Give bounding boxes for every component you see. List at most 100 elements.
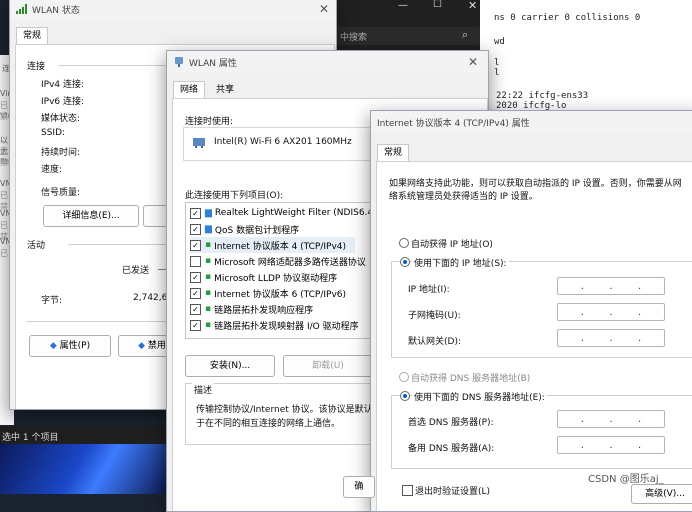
uninstall-button[interactable]: 卸载(U) [283, 355, 373, 377]
close-icon[interactable]: ✕ [464, 54, 482, 70]
shield-icon: ◆ [49, 341, 57, 351]
title-bar[interactable]: WLAN 状态 ✕ [10, 0, 336, 20]
desktop-wallpaper [0, 444, 170, 494]
protocol-icon: ▪ [205, 240, 212, 250]
search-box[interactable]: 中搜索 ⌕ [330, 27, 480, 45]
network-adapter-icon [174, 56, 184, 71]
tab-general[interactable]: 常规 [16, 27, 49, 44]
properties-button[interactable]: ◆ 属性(P) [29, 335, 111, 357]
terminal-line: 22:22 ifcfg-ens33 [496, 91, 589, 101]
explorer-statusbar: 选中 1 个项目 [0, 426, 170, 444]
preferred-dns-field[interactable]: ... [557, 410, 665, 428]
adapter-name: Intel(R) Wi-Fi 6 AX201 160MHz [214, 137, 352, 147]
general-panel: 如果网络支持此功能，则可以获取自动指派的 IP 设置。否则，你需要从网 络系统管… [376, 161, 692, 511]
tab-networking[interactable]: 网络 [173, 81, 206, 98]
auto-ip-label: 自动获得 IP 地址(O) [411, 240, 493, 250]
auto-dns-radio[interactable] [399, 372, 409, 382]
tab-general[interactable]: 常规 [377, 144, 410, 161]
item-checkbox[interactable]: ✓ [190, 271, 201, 283]
item-checkbox[interactable]: ✓ [190, 287, 201, 299]
ok-button[interactable]: 确 [343, 476, 375, 498]
item-label: QoS 数据包计划程序 [214, 225, 300, 236]
preferred-dns-label: 首选 DNS 服务器(P): [408, 418, 494, 428]
description-heading: 描述 [192, 383, 215, 396]
shield-icon: ◆ [138, 341, 146, 351]
search-icon: ⌕ [462, 28, 469, 41]
close-icon[interactable]: ✕ [468, 0, 477, 12]
list-item[interactable]: ✓ ▆ QoS 数据包计划程序 [190, 221, 299, 237]
validate-checkbox[interactable] [402, 485, 413, 496]
auto-ip-radio[interactable] [399, 238, 409, 248]
protocol-icon: ▪ [205, 304, 212, 314]
edge-fragment: 已 [0, 249, 8, 258]
item-label: 链路层拓扑发现响应程序 [214, 305, 314, 316]
ip-address-field[interactable]: ... [557, 277, 665, 295]
default-gateway-label: 默认网关(D): [408, 337, 461, 347]
item-label: Internet 协议版本 4 (TCP/IPv4) [214, 241, 347, 252]
item-checkbox[interactable]: ✓ [190, 207, 201, 219]
manual-ip-label: 使用下面的 IP 地址(S): [412, 256, 509, 269]
item-checkbox[interactable]: ✓ [190, 303, 201, 315]
alternate-dns-field[interactable]: ... [557, 436, 665, 454]
item-label: Microsoft LLDP 协议驱动程序 [214, 273, 338, 284]
ok-button-label: 确 [354, 482, 364, 492]
protocol-icon: ▪ [205, 288, 212, 298]
watermark: CSDN @图乐aj_ [588, 474, 664, 485]
terminal-line: wd [494, 37, 505, 47]
default-gateway-field[interactable]: ... [557, 329, 665, 347]
subnet-mask-label: 子网掩码(U): [408, 311, 461, 321]
activity-heading: 活动 [27, 241, 46, 251]
close-icon[interactable]: ✕ [315, 1, 333, 17]
item-checkbox[interactable]: ✓ [190, 319, 201, 331]
alternate-dns-label: 备用 DNS 服务器(A): [408, 444, 495, 454]
terminal-line: ns 0 carrier 0 collisions 0 [494, 13, 641, 23]
ipv6-connectivity-label: IPv6 连接: [41, 97, 85, 107]
properties-button-label: 属性(P) [59, 341, 91, 351]
item-checkbox[interactable] [190, 255, 201, 267]
maximize-icon[interactable]: ☐ [433, 0, 442, 10]
title-bar[interactable]: WLAN 属性 ✕ [167, 51, 488, 73]
items-label: 此连接使用下列项目(O): [185, 191, 284, 201]
list-item[interactable]: ✓ ▪ 链路层拓扑发现响应程序 [190, 301, 313, 317]
terminal-line: l [494, 58, 500, 68]
ssid-label: SSID: [41, 128, 66, 138]
intro-line: 络系统管理员处获得适当的 IP 设置。 [389, 192, 538, 202]
service-icon: ▆ [205, 224, 212, 234]
list-item[interactable]: ✓ ▪ Internet 协议版本 6 (TCP/IPv6) [190, 285, 346, 301]
list-item[interactable]: ▪ Microsoft 网络适配器多路传送器协议 [190, 253, 366, 269]
title-bar[interactable]: Internet 协议版本 4 (TCP/IPv4) 属性 [371, 111, 692, 133]
minimize-icon[interactable]: — [398, 0, 408, 11]
list-item[interactable]: ✓ ▪ Microsoft LLDP 协议驱动程序 [190, 269, 337, 285]
item-checkbox[interactable]: ✓ [190, 223, 201, 235]
intro-line: 如果网络支持此功能，则可以获取自动指派的 IP 设置。否则，你需要从网 [389, 179, 682, 189]
selection-status: 选中 1 个项目 [2, 433, 59, 443]
window-title: WLAN 状态 [32, 6, 80, 16]
speed-label: 速度: [41, 165, 63, 175]
list-item-selected[interactable]: ✓ ▪ Internet 协议版本 4 (TCP/IPv4) [190, 237, 355, 253]
bytes-sent-value: 2,742,6 [133, 293, 168, 303]
item-checkbox[interactable]: ✓ [190, 239, 201, 251]
details-button[interactable]: 详细信息(E)... [43, 205, 139, 227]
item-label: Microsoft 网络适配器多路传送器协议 [214, 257, 366, 268]
connect-using-label: 连接时使用: [185, 117, 234, 127]
list-item[interactable]: ✓ ▆ Realtek LightWeight Filter (NDIS6.4 [190, 205, 373, 221]
protocol-icon: ▪ [205, 256, 212, 266]
ip-address-label: IP 地址(I): [408, 285, 450, 295]
subnet-mask-field[interactable]: ... [557, 303, 665, 321]
item-label: Realtek LightWeight Filter (NDIS6.4 [214, 208, 374, 218]
tab-sharing[interactable]: 共享 [209, 81, 242, 98]
manual-dns-radio[interactable] [400, 391, 410, 401]
window-title: Internet 协议版本 4 (TCP/IPv4) 属性 [377, 119, 530, 129]
sent-label: 已发送 [122, 266, 150, 276]
terminal-line: l [494, 68, 500, 78]
manual-dns-group: 使用下面的 DNS 服务器地址(E): 首选 DNS 服务器(P): 备用 DN… [391, 390, 692, 469]
install-button[interactable]: 安装(N)... [185, 355, 275, 377]
advanced-button[interactable]: 高级(V)... [631, 484, 692, 504]
manual-ip-radio[interactable] [400, 257, 410, 267]
adapter-icon [192, 137, 206, 152]
protocol-icon: ▪ [205, 320, 212, 330]
manual-dns-label: 使用下面的 DNS 服务器地址(E): [412, 390, 547, 403]
item-label: 链路层拓扑发现映射器 I/O 驱动程序 [214, 321, 359, 332]
ipv4-properties-window: Internet 协议版本 4 (TCP/IPv4) 属性 常规 如果网络支持此… [370, 110, 692, 512]
list-item[interactable]: ✓ ▪ 链路层拓扑发现映射器 I/O 驱动程序 [190, 317, 359, 333]
